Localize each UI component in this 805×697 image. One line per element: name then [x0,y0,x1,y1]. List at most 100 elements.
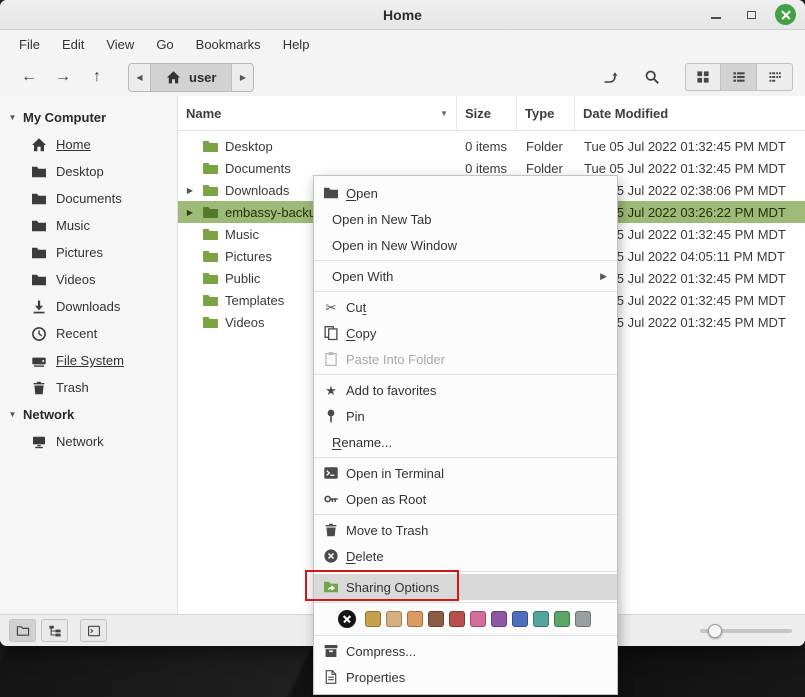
compact-view-button[interactable] [757,63,793,91]
menubar-item-file[interactable]: File [8,33,51,56]
show-treeview-button[interactable] [41,619,68,642]
menu-item-copy[interactable]: Copy [314,320,617,346]
forward-button[interactable]: → [46,63,80,91]
back-button[interactable]: ← [12,63,46,91]
color-swatch-2[interactable] [386,611,402,627]
expander-icon[interactable]: ▼ [7,410,18,419]
expander-icon[interactable]: ▶ [184,186,196,195]
folder-icon [202,226,219,243]
minimize-button[interactable] [705,4,727,26]
submenu-arrow-icon: ▶ [600,271,607,282]
sidebar-item-home[interactable]: Home [0,131,177,158]
color-swatch-7[interactable] [491,611,507,627]
color-swatch-6[interactable] [470,611,486,627]
menu-item-compress[interactable]: Compress... [314,638,617,664]
menu-item-label: Properties [346,670,405,685]
breadcrumb-scroll-left-button[interactable]: ◀ [129,64,150,91]
sidebar-item-downloads[interactable]: Downloads [0,293,177,320]
menubar-item-edit[interactable]: Edit [51,33,95,56]
color-swatch-8[interactable] [512,611,528,627]
compress-icon [323,643,339,659]
menu-item-cut[interactable]: ✂Cut [314,294,617,320]
icon-view-button[interactable] [685,63,721,91]
sidebar-section-my-computer[interactable]: ▼My Computer [0,104,177,131]
maximize-button[interactable] [740,4,762,26]
column-header-date-modified[interactable]: Date Modified [575,96,805,130]
menu-separator [314,260,617,261]
sidebar-item-desktop[interactable]: Desktop [0,158,177,185]
menu-item-open-with[interactable]: Open With▶ [314,263,617,289]
color-swatch-10[interactable] [554,611,570,627]
breadcrumb-location-label: user [189,70,216,85]
menubar-item-view[interactable]: View [95,33,145,56]
sidebar-item-trash[interactable]: Trash [0,374,177,401]
sidebar-item-documents[interactable]: Documents [0,185,177,212]
menu-item-open-in-terminal[interactable]: Open in Terminal [314,460,617,486]
menu-separator [314,457,617,458]
menu-item-sharing-options[interactable]: Sharing Options [314,574,617,600]
sidebar-item-music[interactable]: Music [0,212,177,239]
recent-icon [31,326,47,342]
column-header-name[interactable]: Name▼ [178,96,457,130]
column-header-size[interactable]: Size [457,96,517,130]
pin-icon [323,408,339,424]
menu-item-delete[interactable]: Delete [314,543,617,569]
color-swatch-9[interactable] [533,611,549,627]
list-view-button[interactable] [721,63,757,91]
color-swatch-3[interactable] [407,611,423,627]
folder-icon [31,218,47,234]
menu-item-open-as-root[interactable]: Open as Root [314,486,617,512]
menu-separator [314,291,617,292]
sidebar-item-recent[interactable]: Recent [0,320,177,347]
menu-item-move-to-trash[interactable]: Move to Trash [314,517,617,543]
menu-item-open-in-new-window[interactable]: Open in New Window [314,232,617,258]
folder-icon [202,160,219,177]
color-swatch-4[interactable] [428,611,444,627]
sidebar-item-network[interactable]: Network [0,428,177,455]
file-row-desktop[interactable]: Desktop0 itemsFolderTue 05 Jul 2022 01:3… [178,135,805,157]
menu-item-add-to-favorites[interactable]: ★Add to favorites [314,377,617,403]
zoom-slider[interactable] [700,615,792,646]
minimize-icon [711,17,721,19]
show-places-button[interactable] [9,619,36,642]
column-header-label: Name [186,106,221,121]
menu-separator [314,514,617,515]
expander-icon[interactable]: ▶ [184,208,196,217]
star-icon: ★ [323,382,339,398]
sidebar-item-videos[interactable]: Videos [0,266,177,293]
close-icon [780,9,791,20]
maximize-icon [747,11,756,19]
color-swatch-5[interactable] [449,611,465,627]
trash-icon [31,380,47,396]
home-icon [31,137,47,153]
breadcrumb-location-button[interactable]: user [150,64,232,91]
menubar-item-help[interactable]: Help [272,33,321,56]
zoom-slider-thumb[interactable] [708,624,722,638]
folder-icon [202,270,219,287]
expander-icon[interactable]: ▼ [7,113,18,122]
menu-item-open[interactable]: Open [314,180,617,206]
color-swatch-11[interactable] [575,611,591,627]
menu-item-open-in-new-tab[interactable]: Open in New Tab [314,206,617,232]
sidebar-section-network[interactable]: ▼Network [0,401,177,428]
menubar-item-bookmarks[interactable]: Bookmarks [185,33,272,56]
clear-color-button[interactable] [338,610,356,628]
file-type-cell: Folder [517,135,575,157]
menubar-item-go[interactable]: Go [145,33,184,56]
color-swatch-1[interactable] [365,611,381,627]
menu-item-properties[interactable]: Properties [314,664,617,690]
menu-item-pin[interactable]: Pin [314,403,617,429]
column-header-type[interactable]: Type [517,96,575,130]
toggle-location-entry-button[interactable] [593,63,627,91]
show-terminal-button[interactable] [80,619,107,642]
search-button[interactable] [635,63,669,91]
sidebar-item-pictures[interactable]: Pictures [0,239,177,266]
close-button[interactable] [775,4,796,25]
menu-item-label: Move to Trash [346,523,428,538]
folder-icon [202,314,219,331]
sidebar-item-file-system[interactable]: File System [0,347,177,374]
up-button[interactable]: ↑ [80,63,114,91]
folder-icon [202,248,219,265]
menu-item-rename[interactable]: Rename... [314,429,617,455]
breadcrumb-scroll-right-button[interactable]: ▶ [232,64,253,91]
